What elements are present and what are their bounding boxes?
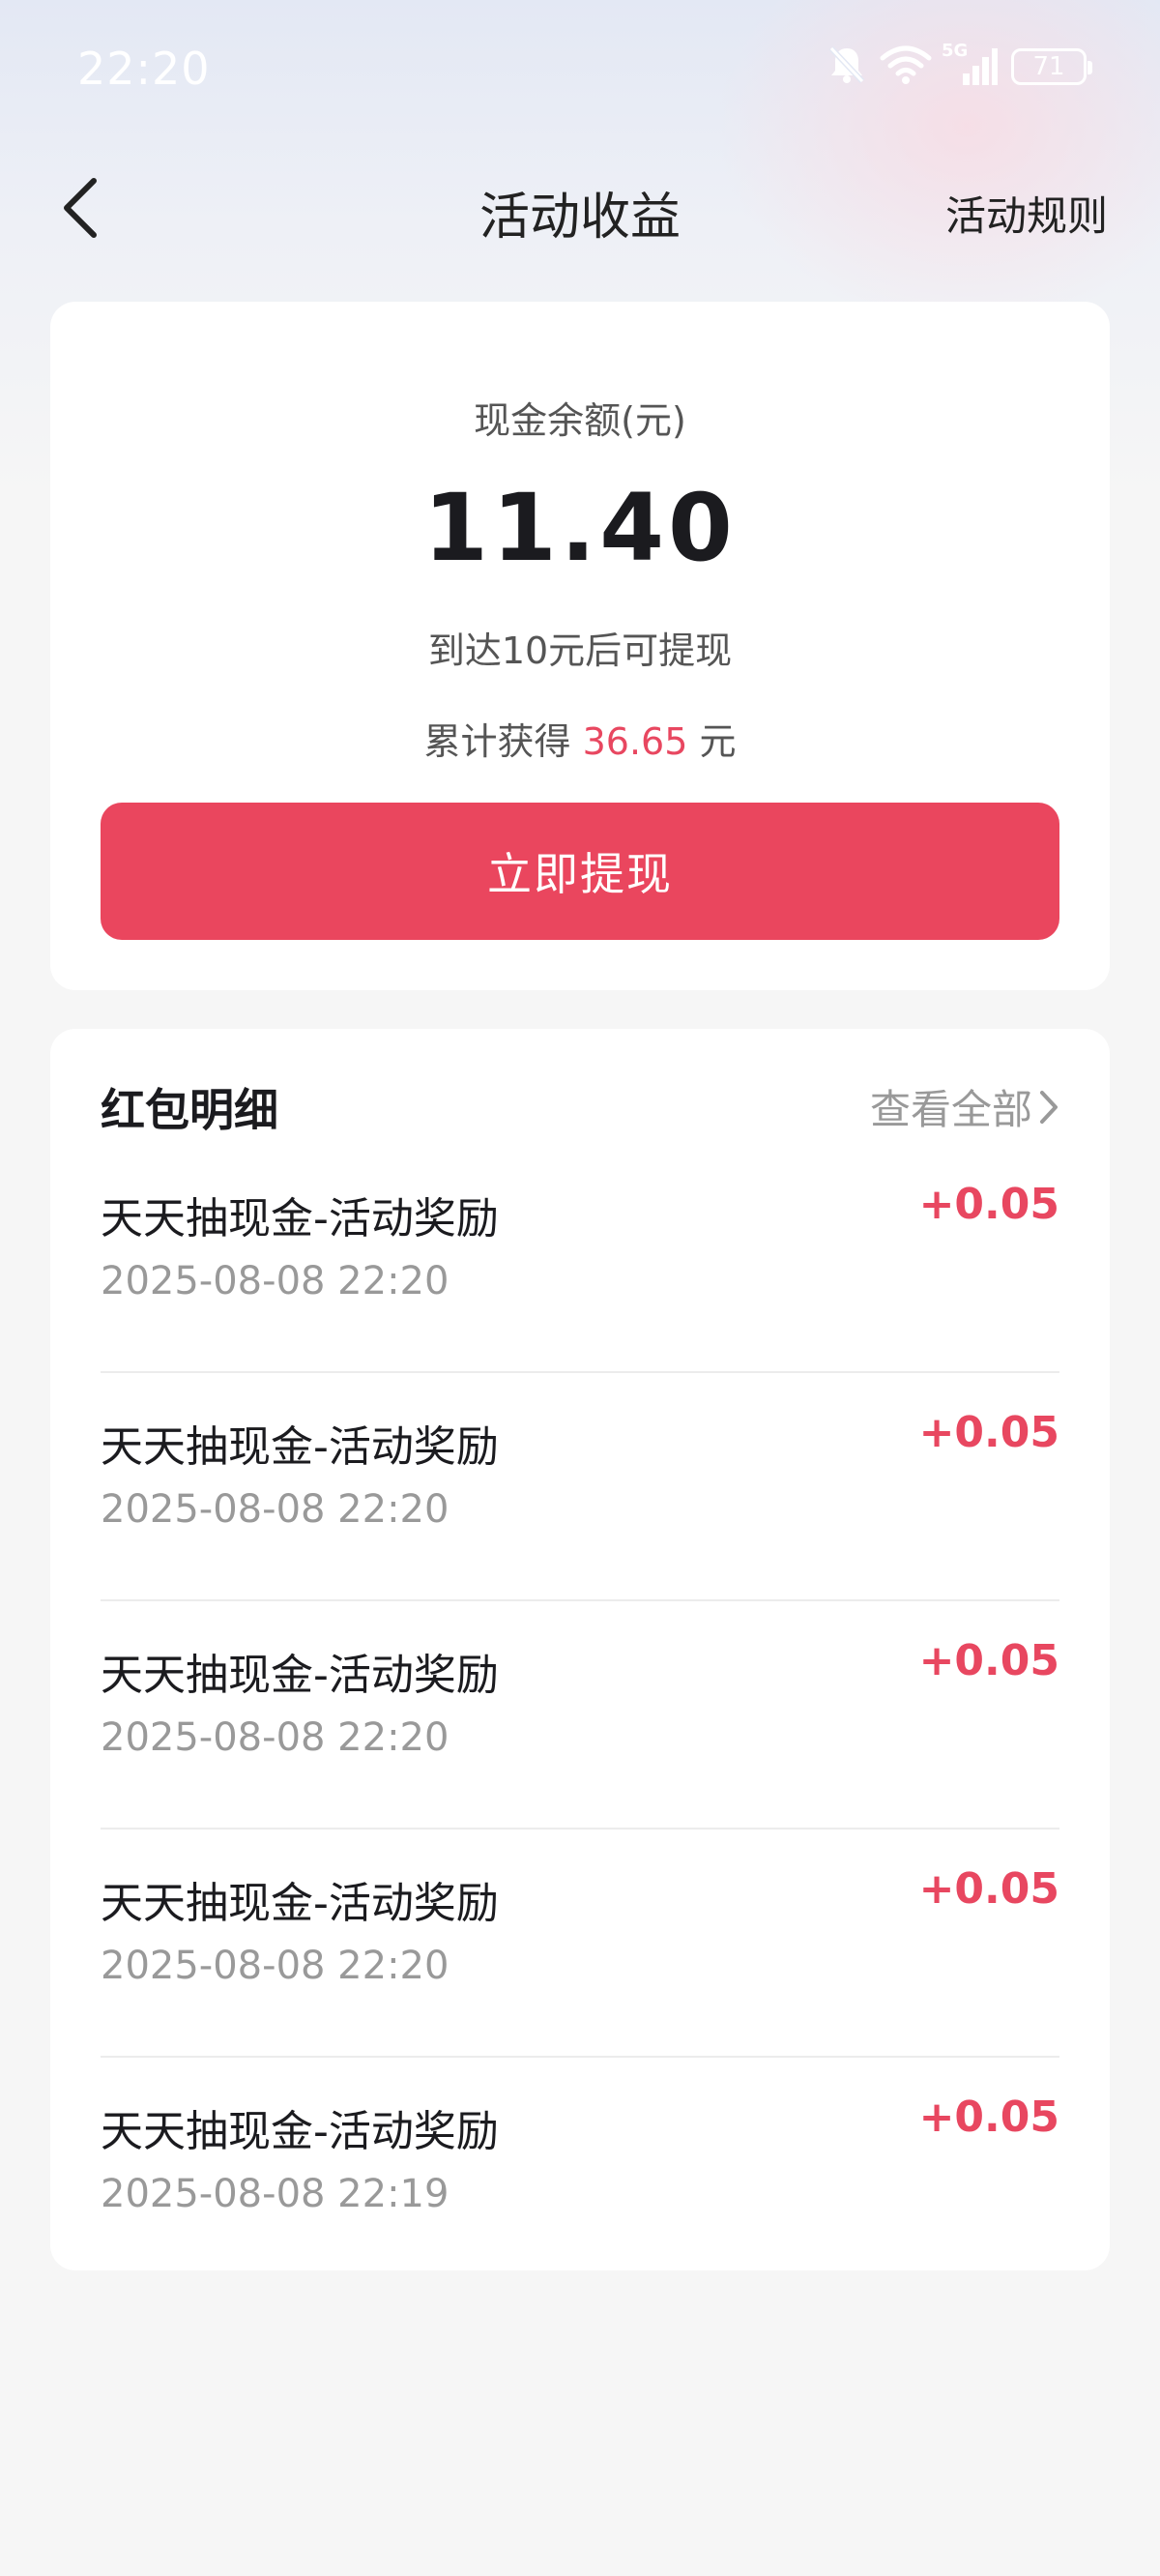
record-title: 天天抽现金-活动奖励 [101,1651,499,1700]
record-time: 2025-08-08 22:20 [101,1715,450,1760]
record-time: 2025-08-08 22:20 [101,1944,450,1988]
nav-bar: 活动收益 活动规则 [0,145,1160,271]
battery-level: 71 [1032,52,1065,81]
bell-muted-icon [827,44,866,89]
list-item: 天天抽现金-活动奖励 2025-08-08 22:20 +0.05 [101,1373,1059,1601]
record-time: 2025-08-08 22:20 [101,1259,450,1303]
record-amount: +0.05 [918,1864,1059,1914]
total-earned-prefix: 累计获得 [423,720,571,763]
red-packet-details-card: 红包明细 查看全部 天天抽现金-活动奖励 2025-08-08 22:20 +0… [50,1029,1110,2270]
record-amount: +0.05 [918,2093,1059,2142]
list-item: 天天抽现金-活动奖励 2025-08-08 22:20 +0.05 [101,1601,1059,1830]
list-item: 天天抽现金-活动奖励 2025-08-08 22:19 +0.05 [101,2058,1059,2286]
record-amount: +0.05 [918,1408,1059,1457]
withdraw-threshold-hint: 到达10元后可提现 [427,629,733,672]
records-list: 天天抽现金-活动奖励 2025-08-08 22:20 +0.05 天天抽现金-… [101,1145,1059,2286]
battery-icon: 71 [1011,48,1092,85]
record-amount: +0.05 [918,1636,1059,1685]
status-bar: 22:20 5G 71 [0,0,1160,145]
signal-icon: 5G [942,41,998,87]
record-time: 2025-08-08 22:19 [101,2172,450,2216]
balance-card: 现金余额(元) 11.40 到达10元后可提现 累计获得 36.65 元 立即提… [50,302,1110,990]
record-title: 天天抽现金-活动奖励 [101,1422,499,1472]
network-type: 5G [942,41,969,61]
list-item: 天天抽现金-活动奖励 2025-08-08 22:20 +0.05 [101,1830,1059,2058]
total-earned-suffix: 元 [699,720,737,763]
status-icons: 5G 71 [827,41,1092,89]
record-title: 天天抽现金-活动奖励 [101,1194,499,1244]
view-all-label: 查看全部 [869,1086,1032,1133]
withdraw-button[interactable]: 立即提现 [101,803,1059,940]
details-title: 红包明细 [101,1084,278,1136]
record-title: 天天抽现金-活动奖励 [101,2107,499,2156]
status-time: 22:20 [77,43,211,95]
record-amount: +0.05 [918,1180,1059,1229]
activity-rules-link[interactable]: 活动规则 [945,184,1108,243]
total-earned: 累计获得 36.65 元 [50,712,1110,765]
wifi-icon [880,44,932,89]
total-earned-value: 36.65 [582,720,688,763]
chevron-right-icon [1040,1090,1058,1124]
record-title: 天天抽现金-活动奖励 [101,1879,499,1928]
record-time: 2025-08-08 22:20 [101,1487,450,1532]
balance-label: 现金余额(元) [474,399,686,442]
balance-amount: 11.40 [423,474,737,582]
list-item: 天天抽现金-活动奖励 2025-08-08 22:20 +0.05 [101,1145,1059,1373]
view-all-link[interactable]: 查看全部 [870,1077,1059,1136]
